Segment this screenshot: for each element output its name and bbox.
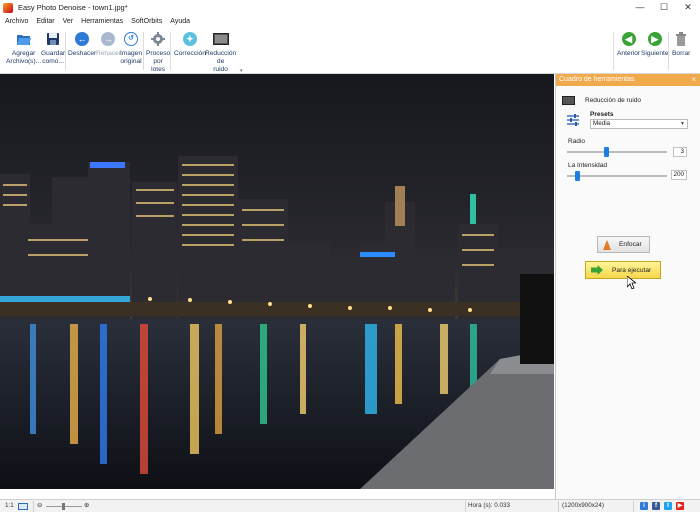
presets-label: Presets [590,111,614,118]
redo-icon: → [100,31,116,47]
info-icon[interactable]: i [640,502,648,510]
run-button[interactable]: Para ejecutar [585,261,661,279]
save-as-button[interactable]: Guardar como... [41,31,65,66]
original-image-button[interactable]: ↺ Imagen original [120,31,142,66]
radius-value-field[interactable]: 3 [673,147,687,157]
sharpen-button[interactable]: Enfocar [597,236,650,253]
menu-ver[interactable]: Ver [63,18,74,25]
image-dimensions: (1200x900x24) [562,502,605,509]
previous-button[interactable]: ◀ Anterior [617,31,640,58]
menu-editar[interactable]: Editar [36,18,54,25]
original-image-icon: ↺ [123,31,139,47]
minimize-button[interactable]: — [628,0,652,15]
next-button[interactable]: ▶ Siguiente [641,31,669,58]
correction-button[interactable]: ✦ Corrección [174,31,206,58]
radius-slider-thumb[interactable] [604,147,609,157]
twitter-icon[interactable]: t [664,502,672,510]
denoise-icon [212,31,229,47]
maximize-button[interactable]: ☐ [652,0,676,15]
status-bar: 1:1 ⊖ ⊕ Hora (s): 0.033 (1200x900x24) i … [0,499,700,512]
fit-screen-icon[interactable] [18,503,28,510]
undo-icon: ← [74,31,90,47]
arrow-right-icon: ▶ [647,31,663,47]
window-title: Easy Photo Denoise - town1.jpg* [18,3,128,12]
panel-header: Cuadro de herramientas × [556,74,700,86]
toolbox-panel: Cuadro de herramientas × Reducción de ru… [555,74,700,499]
zoom-ratio-button[interactable]: 1:1 [5,500,14,512]
gear-icon [150,31,166,47]
menu-archivo[interactable]: Archivo [5,18,28,25]
facebook-icon[interactable]: f [652,502,660,510]
menu-herramientas[interactable]: Herramientas [81,18,123,25]
menu-bar: Archivo Editar Ver Herramientas SoftOrbi… [0,15,700,28]
tool-title-row: Reducción de ruido [562,96,641,105]
presets-select[interactable]: Media ▼ [590,119,688,129]
denoise-tool-icon [562,96,575,105]
intensity-label: La Intensidad [568,162,608,169]
folder-open-icon [16,31,32,47]
undo-button[interactable]: ← Deshacer [68,31,96,58]
delete-button[interactable]: Borrar [672,31,690,58]
intensity-value-field[interactable]: 200 [671,170,687,180]
image-canvas[interactable] [0,74,554,489]
presets-icon [567,114,579,126]
zoom-slider-thumb[interactable] [62,503,65,510]
chevron-down-icon: ▼ [680,121,685,127]
sharpen-icon [603,239,611,250]
add-files-button[interactable]: Agregar Archivo(s)... [6,31,41,66]
radius-label: Radio [568,138,585,145]
menu-softorbits[interactable]: SoftOrbits [131,18,162,25]
app-logo-icon [3,2,13,13]
close-button[interactable]: ✕ [676,0,700,15]
correction-icon: ✦ [182,31,198,47]
processing-time: Hora (s): 0.033 [468,502,510,509]
save-icon [45,31,61,47]
city-night-photo [0,74,554,489]
youtube-icon[interactable]: ▶ [676,502,684,510]
radius-slider-track[interactable] [567,151,667,153]
menu-ayuda[interactable]: Ayuda [170,18,190,25]
zoom-in-icon[interactable]: ⊕ [84,500,89,512]
run-arrow-icon [591,265,603,275]
batch-process-button[interactable]: Proceso por lotes [146,31,170,74]
title-bar: Easy Photo Denoise - town1.jpg* — ☐ ✕ [0,0,700,15]
mouse-cursor-icon [626,275,638,291]
arrow-left-icon: ◀ [621,31,637,47]
intensity-slider-track[interactable] [567,175,667,177]
intensity-slider-thumb[interactable] [575,171,580,181]
denoise-button[interactable]: Reducción de ruido [205,31,236,74]
redo-button[interactable]: → Rehacer [96,31,121,58]
zoom-out-icon[interactable]: ⊖ [37,500,42,512]
panel-close-button[interactable]: × [691,74,696,86]
trash-icon [673,31,689,47]
toolbar: Agregar Archivo(s)... Guardar como... ← … [0,28,700,74]
